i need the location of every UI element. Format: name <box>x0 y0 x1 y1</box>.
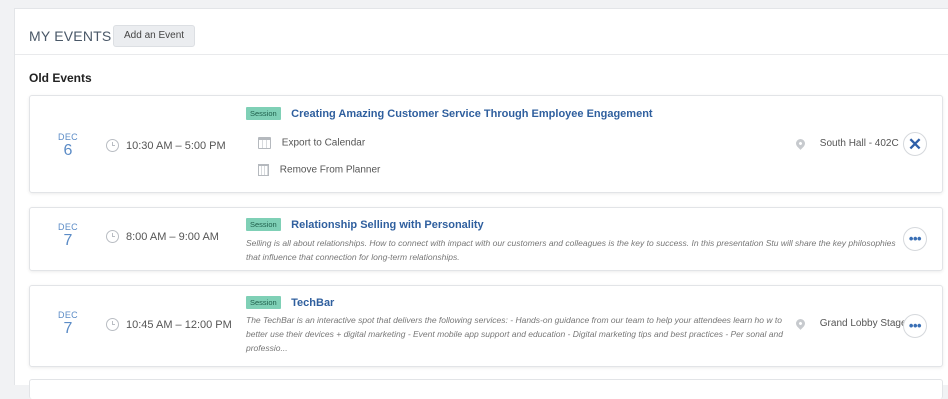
event-time: 8:00 AM – 9:00 AM <box>126 231 219 243</box>
session-badge: Session <box>246 218 281 232</box>
event-title-row: Session Relationship Selling with Person… <box>246 216 484 234</box>
my-events-panel: MY EVENTS Add an Event Old Events DEC 6 … <box>14 8 948 399</box>
calendar-icon <box>258 137 271 149</box>
event-date: DEC 6 <box>48 132 88 160</box>
event-month: DEC <box>58 310 78 320</box>
event-month: DEC <box>58 222 78 232</box>
event-description: The TechBar is an interactive spot that … <box>246 315 783 353</box>
event-card: DEC 7 8:00 AM – 9:00 AM Session Relation… <box>29 207 943 271</box>
event-date: DEC 7 <box>48 310 88 338</box>
more-options-button[interactable]: ••• <box>903 227 927 251</box>
trash-icon <box>258 164 269 176</box>
event-location-label: Grand Lobby Stage <box>819 318 907 329</box>
add-event-button[interactable]: Add an Event <box>113 25 196 47</box>
clock-icon <box>106 318 119 331</box>
remove-event-close-button[interactable]: ✕ <box>903 132 927 156</box>
event-time: 10:45 AM – 12:00 PM <box>126 319 232 331</box>
event-month: DEC <box>58 132 78 142</box>
event-day: 6 <box>63 142 73 159</box>
export-to-calendar-button[interactable]: Export to Calendar <box>258 137 365 149</box>
event-day: 7 <box>63 232 73 249</box>
page-title: MY EVENTS <box>29 28 112 44</box>
clock-icon <box>106 230 119 243</box>
clock-icon <box>106 139 119 152</box>
event-time: 10:30 AM – 5:00 PM <box>126 140 226 152</box>
event-title-link[interactable]: Creating Amazing Customer Service Throug… <box>291 108 652 120</box>
event-location-label: South Hall - 402C <box>819 138 899 149</box>
session-badge: Session <box>246 296 281 310</box>
event-title-row: Session Creating Amazing Customer Servic… <box>246 105 653 123</box>
event-date: DEC 7 <box>48 222 88 250</box>
remove-from-planner-button[interactable]: Remove From Planner <box>258 164 380 176</box>
event-title-link[interactable]: Relationship Selling with Personality <box>291 219 484 231</box>
event-title-row: Session TechBar <box>246 294 334 312</box>
session-badge: Session <box>246 107 281 121</box>
event-location: Grand Lobby Stage <box>794 317 907 330</box>
event-card <box>29 379 943 399</box>
location-pin-icon <box>794 317 807 330</box>
event-title-link[interactable]: TechBar <box>291 297 334 309</box>
more-options-button[interactable]: ••• <box>903 314 927 338</box>
location-pin-icon <box>794 137 807 150</box>
event-location: South Hall - 402C <box>794 137 899 150</box>
event-description: Selling is all about relationships. How … <box>246 238 896 262</box>
panel-header: MY EVENTS Add an Event <box>15 9 948 55</box>
export-to-calendar-label: Export to Calendar <box>281 137 366 149</box>
section-title-old-events: Old Events <box>29 71 92 85</box>
event-card: DEC 6 10:30 AM – 5:00 PM Session Creatin… <box>29 95 943 193</box>
event-day: 7 <box>63 320 73 337</box>
remove-from-planner-label: Remove From Planner <box>279 164 381 176</box>
event-card: DEC 7 10:45 AM – 12:00 PM Session TechBa… <box>29 285 943 367</box>
